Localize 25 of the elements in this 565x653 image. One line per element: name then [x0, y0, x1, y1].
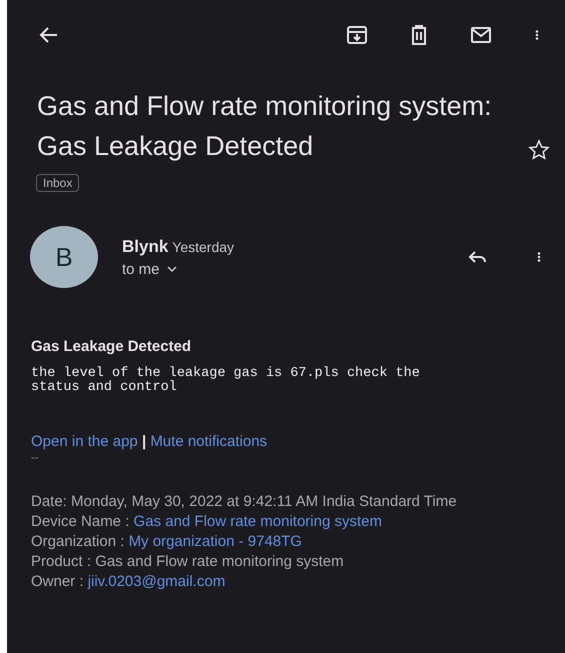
open-app-link[interactable]: Open in the app: [31, 433, 138, 450]
inbox-label[interactable]: Inbox: [36, 174, 80, 192]
message-heading: Gas Leakage Detected: [31, 338, 192, 355]
sender-name: Blynk: [122, 236, 168, 256]
detail-line: Owner : jiiv.0203@gmail.com: [31, 572, 226, 592]
star-button[interactable]: [527, 138, 551, 162]
link-separator: |: [142, 433, 146, 450]
detail-line: Organization : My organization - 9748TG: [31, 532, 303, 552]
sent-time: Yesterday: [172, 238, 234, 254]
detail-link[interactable]: Gas and Flow rate monitoring system: [134, 513, 382, 530]
detail-line: Date: Monday, May 30, 2022 at 9:42:11 AM India Standard Time: [31, 492, 458, 512]
signature-dashes: --: [31, 452, 40, 464]
detail-link[interactable]: jiiv.0203@gmail.com: [88, 573, 226, 590]
detail-line: Product : Gas and Flow rate monitoring system: [31, 552, 345, 572]
sender-avatar: B: [30, 226, 98, 288]
star-icon: [527, 138, 551, 162]
archive-button[interactable]: [345, 23, 369, 47]
message-body: the level of the leakage gas is 67.pls check the status and control: [31, 367, 421, 395]
recipient-toggle[interactable]: to me: [122, 260, 465, 278]
mute-link[interactable]: Mute notifications: [150, 433, 268, 450]
chevron-down-icon: [166, 265, 178, 273]
detail-link[interactable]: My organization - 9748TG: [128, 533, 302, 550]
archive-icon: [345, 23, 369, 47]
email-subject: Gas and Flow rate monitoring system: Gas Leakage Detected: [37, 90, 492, 163]
detail-line: Device Name : Gas and Flow rate monitoring system: [31, 512, 383, 532]
